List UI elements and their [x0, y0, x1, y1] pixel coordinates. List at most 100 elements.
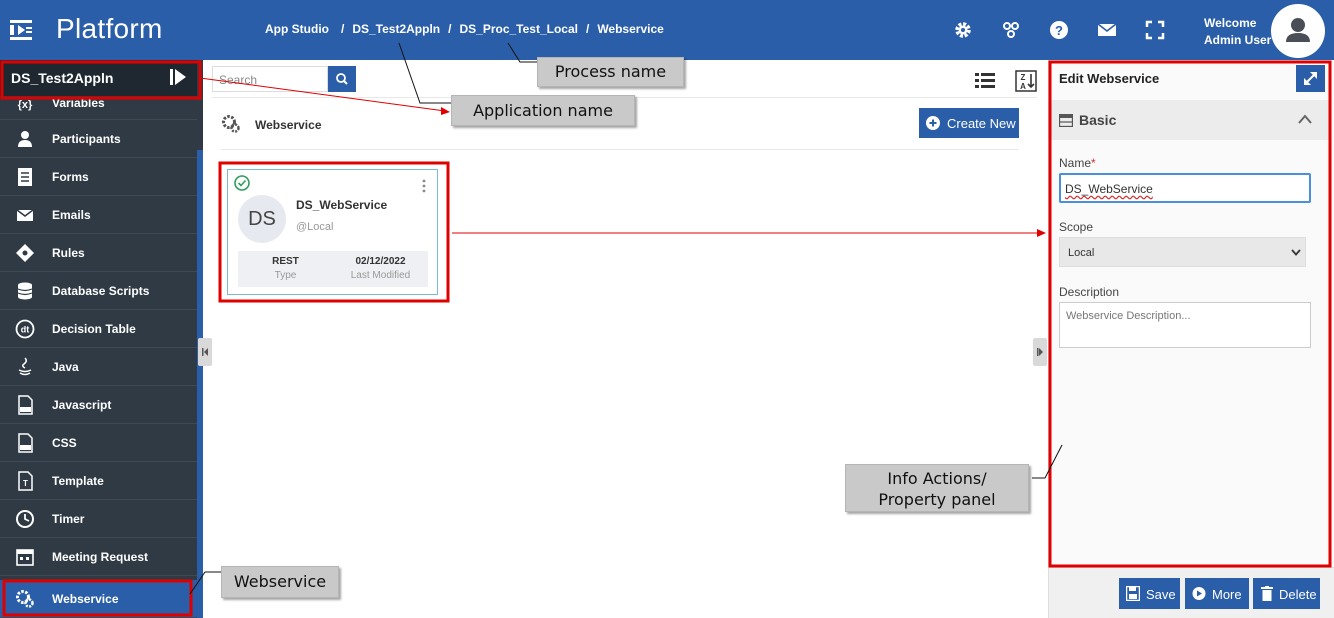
more-vertical-icon[interactable]	[422, 179, 426, 193]
save-icon	[1126, 586, 1140, 601]
breadcrumb: App Studio / DS_Test2Appln / DS_Proc_Tes…	[265, 22, 664, 36]
card-modified: 02/12/2022 Last Modified	[333, 256, 428, 281]
sidebar-item-label: Java	[52, 360, 79, 374]
panel-title: Edit Webservice	[1059, 71, 1160, 86]
sidebar-item-meeting-request[interactable]: Meeting Request	[0, 538, 197, 576]
sidebar-item-label: Forms	[52, 170, 89, 184]
more-label: More	[1212, 587, 1242, 602]
svg-text:Z: Z	[1021, 73, 1026, 82]
breadcrumb-process[interactable]: DS_Proc_Test_Local	[459, 22, 578, 36]
main-content: Search Z A Webservice Create New DS DS_W…	[203, 60, 1046, 618]
collapse-left-handle[interactable]	[198, 338, 212, 366]
card-type: REST Type	[238, 256, 333, 281]
svg-text:T: T	[23, 479, 28, 488]
sidebar-item-javascript[interactable]: Javascript	[0, 386, 197, 424]
menu-toggle-icon[interactable]	[10, 20, 32, 40]
sidebar-item-label: Webservice	[52, 592, 119, 606]
chevron-up-icon[interactable]	[1298, 114, 1312, 124]
callout-process-name: Process name	[537, 57, 684, 87]
avatar[interactable]	[1271, 4, 1325, 58]
webservice-icon	[222, 115, 240, 133]
search-input[interactable]: Search	[212, 66, 328, 92]
name-label-text: Name	[1059, 156, 1092, 170]
expand-panel-button[interactable]	[1296, 65, 1325, 92]
more-button[interactable]: More	[1185, 578, 1249, 609]
scope-label: Scope	[1059, 220, 1094, 234]
collapse-right-handle[interactable]	[1033, 338, 1047, 366]
welcome-label: Welcome	[1204, 16, 1257, 30]
scope-select[interactable]: Local	[1059, 237, 1306, 267]
scope-value: Local	[1068, 247, 1095, 259]
top-header: Platform App Studio / DS_Test2Appln / DS…	[0, 0, 1334, 60]
settings-icon[interactable]	[953, 20, 973, 40]
svg-text:?: ?	[1055, 23, 1063, 38]
search-button[interactable]	[328, 66, 356, 92]
css-icon	[18, 433, 33, 453]
card-footer: REST Type 02/12/2022 Last Modified	[238, 251, 428, 287]
sidebar-item-emails[interactable]: Emails	[0, 196, 197, 234]
description-label: Description	[1059, 285, 1120, 299]
sidebar-item-variables[interactable]: Variables {x}	[0, 84, 197, 120]
divider	[221, 149, 1019, 150]
save-button[interactable]: Save	[1119, 578, 1180, 609]
card-scope: @Local	[296, 221, 334, 233]
callout-line: Info Actions/	[887, 469, 987, 488]
required-mark: *	[1091, 156, 1096, 170]
welcome-text: Welcome Admin User	[1204, 15, 1271, 49]
delete-button[interactable]: Delete	[1253, 578, 1320, 609]
sidebar-item-rules[interactable]: Rules	[0, 234, 197, 272]
chevron-down-icon	[1291, 249, 1301, 256]
name-input[interactable]: DS_WebService	[1059, 173, 1311, 203]
user-icon	[1286, 18, 1310, 42]
name-value: DS_WebService	[1065, 182, 1153, 196]
breadcrumb-separator: /	[585, 22, 590, 36]
fullscreen-icon[interactable]	[1145, 20, 1165, 40]
expand-icon	[1304, 72, 1317, 85]
callout-application-name: Application name	[451, 95, 635, 126]
search-icon	[336, 73, 348, 85]
sidebar-item-label: Decision Table	[52, 322, 136, 336]
property-panel: Edit Webservice Basic Name* DS_WebServic…	[1048, 60, 1334, 618]
save-label: Save	[1146, 587, 1176, 602]
basic-section-header[interactable]: Basic	[1049, 100, 1329, 140]
sidebar-item-label: Timer	[52, 512, 85, 526]
sort-icon[interactable]: Z A	[1015, 70, 1037, 92]
breadcrumb-separator: /	[340, 22, 345, 36]
sidebar-item-database-scripts[interactable]: Database Scripts	[0, 272, 197, 310]
sidebar-item-label: Template	[52, 474, 104, 488]
mail-icon[interactable]	[1097, 20, 1117, 40]
sidebar-item-java[interactable]: Java	[0, 348, 197, 386]
breadcrumb-app-studio[interactable]: App Studio	[265, 22, 329, 36]
svg-text:dt: dt	[21, 325, 30, 335]
variables-icon: {x}	[18, 99, 33, 111]
sidebar-item-decision-table[interactable]: dt Decision Table	[0, 310, 197, 348]
sidebar-item-webservice[interactable]: Webservice	[0, 580, 197, 618]
sidebar-item-timer[interactable]: Timer	[0, 500, 197, 538]
template-icon: T	[18, 471, 33, 491]
user-name: Admin User	[1204, 33, 1272, 47]
page-title: Webservice	[255, 118, 322, 132]
callout-line: Property panel	[878, 490, 996, 509]
collapse-sidebar-icon[interactable]	[170, 69, 186, 85]
sidebar-item-forms[interactable]: Forms	[0, 158, 197, 196]
create-new-button[interactable]: Create New	[919, 108, 1019, 138]
webservice-card[interactable]: DS DS_WebService @Local REST Type 02/12/…	[227, 169, 438, 295]
sidebar-item-css[interactable]: CSS	[0, 424, 197, 462]
chevron-left-icon	[202, 348, 208, 356]
callout-property-panel: Info Actions/ Property panel	[845, 464, 1029, 512]
sidebar-item-label: Javascript	[52, 398, 112, 412]
description-textarea[interactable]: Webservice Description...	[1059, 302, 1311, 348]
sidebar: DS_Test2Appln Variables {x} Participants…	[0, 60, 203, 618]
list-view-icon[interactable]	[974, 70, 996, 92]
help-icon[interactable]: ?	[1049, 20, 1069, 40]
sidebar-item-participants[interactable]: Participants	[0, 120, 197, 158]
sidebar-item-template[interactable]: T Template	[0, 462, 197, 500]
sidebar-item-label: Rules	[52, 246, 85, 260]
network-icon[interactable]	[1001, 20, 1021, 40]
trash-icon	[1261, 586, 1273, 601]
sidebar-item-label: Variables	[52, 96, 105, 110]
breadcrumb-current: Webservice	[597, 22, 664, 36]
breadcrumb-application[interactable]: DS_Test2Appln	[352, 22, 440, 36]
meeting-icon	[16, 549, 34, 566]
database-icon	[17, 282, 33, 300]
